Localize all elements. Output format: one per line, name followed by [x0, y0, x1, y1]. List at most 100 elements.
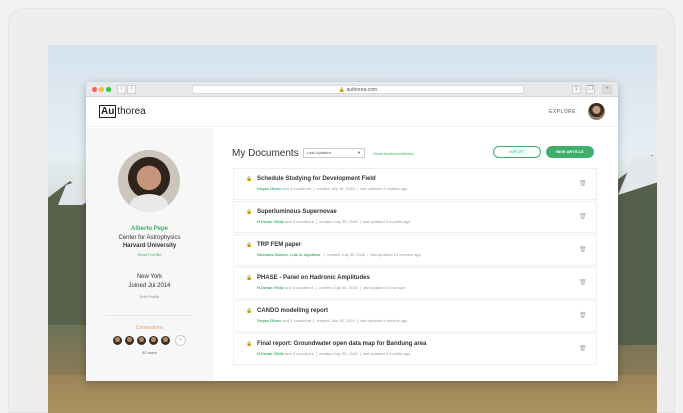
sort-select[interactable]: Last Updated ▼: [303, 148, 365, 158]
logo-box: Au: [99, 105, 117, 118]
document-coauthors: and 6 coauthors: [285, 285, 314, 290]
new-article-button[interactable]: NEW ARTICLE: [546, 146, 594, 158]
page-title: My Documents: [232, 148, 299, 159]
document-meta: H.Duran Yildiz and 3 coauthors | created…: [257, 219, 411, 224]
document-updated: last updated 1 hour ago: [362, 285, 405, 290]
new-tab-icon[interactable]: +: [602, 85, 612, 94]
document-coauthors: and 3 coauthors: [282, 186, 312, 191]
document-author[interactable]: H.Duran Yildiz: [257, 351, 284, 356]
document-title[interactable]: PHASE - Panel on Hadronic Amplitudes: [257, 275, 370, 281]
trash-icon[interactable]: 🗑: [579, 312, 587, 319]
document-updated: last updated 4 months ago: [362, 351, 411, 356]
documents-list: 🔒 Schedule Studying for Development Field…: [234, 169, 596, 367]
sort-value: Last Updated: [307, 150, 331, 155]
document-meta: H.Duran Yildiz and 3 coauthors | created…: [257, 351, 411, 356]
user-avatar[interactable]: [588, 103, 605, 120]
url-text: authorea.com: [346, 87, 378, 93]
lock-icon: 🔒: [246, 341, 253, 347]
browser-chrome: ‹ › 🔒 authorea.com ⇪ ❐ +: [86, 82, 618, 97]
trash-icon[interactable]: 🗑: [579, 213, 587, 220]
lock-icon: 🔒: [246, 308, 253, 314]
connections-more[interactable]: 40 more: [86, 350, 213, 355]
document-author[interactable]: Deyan Ginev: [257, 318, 281, 323]
document-created: created July 30, 2016: [326, 252, 366, 257]
document-author[interactable]: Deyan Ginev: [257, 186, 281, 191]
document-row[interactable]: 🔒 TRP FEM paper Nicholas Davies, Luis A. A…: [234, 235, 596, 265]
document-created: created July 30, 2016: [316, 186, 355, 191]
connection-avatar[interactable]: [112, 335, 123, 346]
documents-panel: My Documents Last Updated ▼ Show Archive…: [213, 128, 618, 381]
document-title[interactable]: Superluminous Supernovae: [257, 209, 337, 215]
lock-icon: 🔒: [246, 176, 253, 182]
profile-university: Harvard University: [122, 243, 177, 249]
lock-icon: 🔒: [338, 87, 346, 93]
profile-photo: [118, 150, 180, 212]
divider: [106, 315, 193, 316]
address-bar[interactable]: 🔒 authorea.com: [192, 85, 524, 94]
connection-avatar[interactable]: [136, 335, 147, 346]
document-coauthors: and 3 coauthors: [282, 318, 312, 323]
document-meta: Nicholas Davies, Luis A. Apolinar | crea…: [257, 252, 421, 257]
tabs-icon[interactable]: ❐: [586, 85, 595, 94]
document-author[interactable]: H.Duran Yildiz: [257, 219, 284, 224]
document-title[interactable]: TRP FEM paper: [257, 242, 301, 248]
document-row[interactable]: 🔒 CANDO modelling report Deyan Ginev and 3…: [234, 301, 596, 331]
connection-avatar[interactable]: [160, 335, 171, 346]
lock-icon: 🔒: [246, 242, 253, 248]
document-created: created July 30, 2016: [316, 318, 355, 323]
trash-icon[interactable]: 🗑: [579, 246, 587, 253]
profile-sidebar: Alberto Pepe Center for Astrophysics Har…: [86, 128, 213, 381]
document-coauthors: and 3 coauthors: [285, 219, 314, 224]
connection-avatar[interactable]: [124, 335, 135, 346]
profile-institution: Center for Astrophysics: [118, 235, 181, 241]
document-row[interactable]: 🔒 Final report: Groundwater open data map…: [234, 334, 596, 364]
maximize-window-button[interactable]: [106, 87, 111, 92]
browser-window: ‹ › 🔒 authorea.com ⇪ ❐ + Au thorea EXPLO…: [86, 82, 618, 381]
document-title[interactable]: Final report: Groundwater open data map …: [257, 341, 426, 347]
document-row[interactable]: 🔒 PHASE - Panel on Hadronic Amplitudes H.D…: [234, 268, 596, 298]
explore-link[interactable]: EXPLORE: [549, 109, 576, 115]
document-row[interactable]: 🔒 Superluminous Supernovae H.Duran Yildiz …: [234, 202, 596, 232]
trash-icon[interactable]: 🗑: [579, 180, 587, 187]
connections-list: +: [112, 335, 186, 346]
document-meta: Deyan Ginev and 3 coauthors | created Ju…: [257, 318, 408, 323]
back-arrow-icon[interactable]: ‹: [117, 85, 126, 94]
document-author[interactable]: Nicholas Davies, Luis A. Apolinar: [257, 252, 320, 257]
connections-label: Connections: [135, 325, 164, 331]
app-header: Au thorea EXPLORE: [86, 97, 618, 127]
document-created: created July 30, 2016: [319, 219, 358, 224]
document-meta: Deyan Ginev and 3 coauthors | created Ju…: [257, 186, 408, 191]
profile-name[interactable]: Alberto Pepe: [86, 226, 213, 232]
profile-joined: Joined Jul 2014: [128, 283, 171, 289]
connection-avatar[interactable]: [148, 335, 159, 346]
minimize-window-button[interactable]: [99, 87, 104, 92]
forward-arrow-icon[interactable]: ›: [127, 85, 136, 94]
read-bio-link[interactable]: Read Full Bio: [86, 252, 213, 257]
document-author[interactable]: H.Duran Yildiz: [257, 285, 284, 290]
more-connections-icon[interactable]: +: [175, 335, 186, 346]
import-button[interactable]: IMPORT: [493, 146, 541, 158]
profile-city: New York: [136, 274, 163, 280]
logo-text: thorea: [117, 106, 146, 117]
document-row[interactable]: 🔒 Schedule Studying for Development Field…: [234, 169, 596, 199]
chevron-down-icon: ▼: [357, 150, 361, 155]
authorea-logo[interactable]: Au thorea: [99, 105, 146, 118]
trash-icon[interactable]: 🗑: [579, 345, 587, 352]
document-created: created July 30, 2016: [319, 285, 358, 290]
lock-icon: 🔒: [246, 209, 253, 215]
lock-icon: 🔒: [246, 275, 253, 281]
document-meta: H.Duran Yildiz and 6 coauthors | created…: [257, 285, 405, 290]
trash-icon[interactable]: 🗑: [579, 279, 587, 286]
show-archived-link[interactable]: Show Archived Articles: [373, 151, 413, 156]
edit-profile-link[interactable]: Edit Profile: [86, 294, 213, 299]
document-title[interactable]: CANDO modelling report: [257, 308, 328, 314]
document-title[interactable]: Schedule Studying for Development Field: [257, 176, 376, 182]
document-coauthors: and 3 coauthors: [285, 351, 314, 356]
document-updated: last updated 10 minutes ago: [370, 252, 421, 257]
document-updated: last updated 2 months ago: [362, 219, 411, 224]
document-created: created July 30, 2016: [319, 351, 358, 356]
share-icon[interactable]: ⇪: [572, 85, 581, 94]
close-window-button[interactable]: [92, 87, 97, 92]
document-updated: last updated 4 months ago: [360, 186, 408, 191]
document-updated: last updated 4 months ago: [360, 318, 408, 323]
